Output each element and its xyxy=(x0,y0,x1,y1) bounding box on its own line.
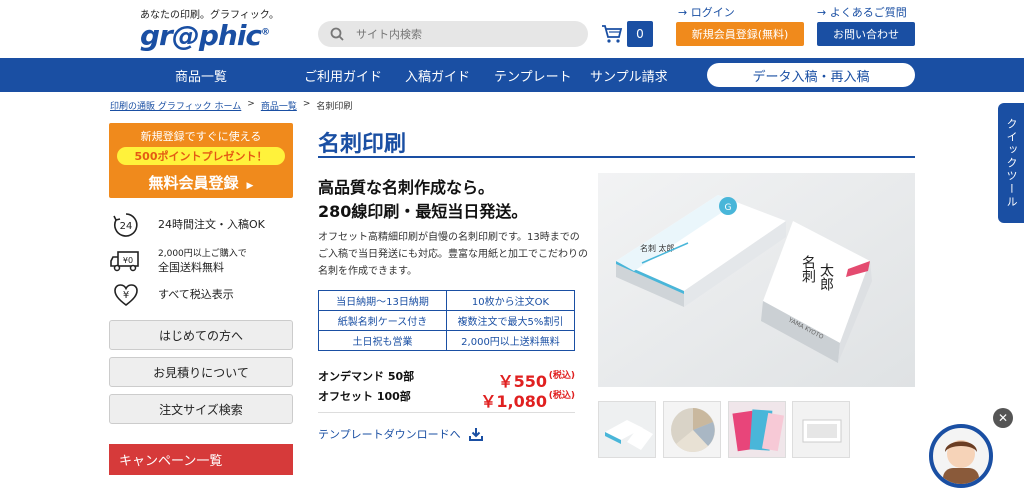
main-nav: 商品一覧 ご利用ガイド 入稿ガイド テンプレート サンプル請求 データ入稿・再入… xyxy=(0,58,1024,92)
headline-line-2: 280線印刷・最短当日発送。 xyxy=(318,202,528,221)
template-link-label: テンプレートダウンロードへ xyxy=(318,428,461,441)
promo-main-label: 無料会員登録 xyxy=(148,174,239,192)
product-description: オフセット高精細印刷が自慢の名刺印刷です。13時までのご入稿で当日発送にも対応。… xyxy=(318,232,588,277)
header: あなたの印刷。グラフィック。 gr@phic® 0 → ログイン → よくあるご… xyxy=(0,0,1024,58)
cart-icon xyxy=(602,25,623,43)
breadcrumb-home[interactable]: 印刷の通販 グラフィック ホーム xyxy=(110,99,241,112)
cart-button[interactable]: 0 xyxy=(601,21,653,47)
breadcrumb-current: 名刺印刷 xyxy=(316,102,353,112)
nav-item-template[interactable]: テンプレート xyxy=(494,58,572,92)
login-link[interactable]: → ログイン xyxy=(678,4,735,20)
template-download-link[interactable]: テンプレートダウンロードへ xyxy=(318,426,483,442)
clock-24-icon: 24 xyxy=(110,211,142,239)
breadcrumb-sep: > xyxy=(247,99,255,109)
size-search-button[interactable]: 注文サイズ検索 xyxy=(109,394,293,424)
breadcrumb-products[interactable]: 商品一覧 xyxy=(261,99,297,112)
price-label: オフセット 100部 xyxy=(318,390,411,403)
truck-label: ¥0 xyxy=(123,256,133,265)
price-divider xyxy=(318,412,575,413)
price-label: オンデマンド 50部 xyxy=(318,370,415,383)
quick-tool-tab[interactable]: クイックツール xyxy=(998,103,1024,223)
search-bar[interactable] xyxy=(318,21,588,47)
nav-item-sample[interactable]: サンプル請求 xyxy=(590,58,668,92)
table-cell: 土日祝も営業 xyxy=(318,330,447,351)
price-row-offset: オフセット 100部 ￥1,080 (税込) xyxy=(318,388,575,411)
svg-text:G: G xyxy=(725,203,732,213)
close-icon[interactable]: ✕ xyxy=(993,408,1013,428)
feature-table: 当日納期〜13日納期 10枚から注文OK 紙製名刺ケース付き 複数注文で最大5%… xyxy=(318,290,575,351)
thumbnail-image xyxy=(729,402,785,457)
feature-24h: 24 24時間注文・入稿OK xyxy=(110,211,265,239)
promo-main-text: 無料会員登録 ▶ xyxy=(109,172,293,193)
svg-text:名刺: 名刺 xyxy=(800,255,816,284)
faq-label: よくあるご質問 xyxy=(829,6,907,19)
breadcrumb: 印刷の通販 グラフィック ホーム > 商品一覧 > 名刺印刷 xyxy=(110,99,352,112)
nav-item-products[interactable]: 商品一覧 xyxy=(175,58,227,92)
feature-main-text: 全国送料無料 xyxy=(158,261,224,274)
nav-item-submission[interactable]: 入稿ガイド xyxy=(405,58,470,92)
price-tax: (税込) xyxy=(548,391,575,401)
contact-button[interactable]: お問い合わせ xyxy=(817,22,915,46)
feature-free-shipping: ¥0 2,000円以上ご購入で 全国送料無料 xyxy=(110,247,247,275)
feature-text: 24時間注文・入稿OK xyxy=(158,218,265,231)
feature-text: すべて税込表示 xyxy=(158,288,234,301)
triangle-right-icon: ▶ xyxy=(246,181,254,191)
heart-yen-label: ¥ xyxy=(123,290,129,301)
title-divider xyxy=(318,156,915,158)
business-card-illustration: G 名刺 太郎 名刺 太郎 YAMA KYOTO xyxy=(598,173,915,387)
thumbnail-1[interactable] xyxy=(598,401,656,458)
nav-item-guide[interactable]: ご利用ガイド xyxy=(304,58,382,92)
operator-icon xyxy=(943,440,979,484)
table-cell: 紙製名刺ケース付き xyxy=(318,310,447,331)
breadcrumb-sep: > xyxy=(302,99,311,109)
table-cell: 10枚から注文OK xyxy=(446,290,575,311)
feature-text: 2,000円以上ご購入で 全国送料無料 xyxy=(158,247,247,275)
page-title: 名刺印刷 xyxy=(318,132,407,157)
thumbnail-4[interactable] xyxy=(792,401,850,458)
campaign-list-button[interactable]: キャンペーン一覧 xyxy=(109,444,293,475)
promo-top-text: 新規登録ですぐに使える xyxy=(140,130,262,143)
thumbnail-image xyxy=(793,402,849,457)
product-headline: 高品質な名刺作成なら。 280線印刷・最短当日発送。 xyxy=(318,176,527,224)
thumbnail-2[interactable] xyxy=(663,401,721,458)
faq-link[interactable]: → よくあるご質問 xyxy=(817,4,907,20)
clock-24-label: 24 xyxy=(120,221,133,232)
price-row-ondemand: オンデマンド 50部 ￥550 (税込) xyxy=(318,368,575,391)
product-main-image[interactable]: G 名刺 太郎 名刺 太郎 YAMA KYOTO xyxy=(598,173,915,387)
download-icon xyxy=(468,428,483,441)
login-label: ログイン xyxy=(690,6,735,19)
logo-text: gr@phic xyxy=(140,19,262,52)
price-tax: (税込) xyxy=(548,371,575,381)
svg-text:太郎: 太郎 xyxy=(818,263,834,291)
cart-count: 0 xyxy=(627,21,653,47)
feature-tax-included: ¥ すべて税込表示 xyxy=(110,281,234,309)
price-value: ￥1,080 xyxy=(480,392,547,411)
data-entry-button[interactable]: データ入稿・再入稿 xyxy=(707,63,915,87)
logo[interactable]: gr@phic® xyxy=(140,19,270,52)
headline-line-1: 高品質な名刺作成なら。 xyxy=(318,178,495,197)
thumbnail-image xyxy=(664,402,720,457)
table-cell: 当日納期〜13日納期 xyxy=(318,290,447,311)
heart-yen-icon: ¥ xyxy=(110,281,142,309)
register-button[interactable]: 新規会員登録(無料) xyxy=(676,22,804,46)
truck-icon: ¥0 xyxy=(110,247,142,275)
chat-support-avatar[interactable] xyxy=(929,424,993,488)
feature-small-text: 2,000円以上ご購入で xyxy=(158,249,247,259)
first-time-button[interactable]: はじめての方へ xyxy=(109,320,293,350)
search-input[interactable] xyxy=(356,27,556,41)
search-icon xyxy=(330,27,344,41)
register-promo-banner[interactable]: 新規登録ですぐに使える 500ポイントプレゼント！ 無料会員登録 ▶ xyxy=(109,123,293,198)
promo-points: 500ポイントプレゼント！ xyxy=(117,147,285,165)
thumbnail-image xyxy=(599,402,655,457)
estimate-button[interactable]: お見積りについて xyxy=(109,357,293,387)
table-cell: 複数注文で最大5%割引 xyxy=(446,310,575,331)
table-cell: 2,000円以上送料無料 xyxy=(446,330,575,351)
thumbnail-3[interactable] xyxy=(728,401,786,458)
